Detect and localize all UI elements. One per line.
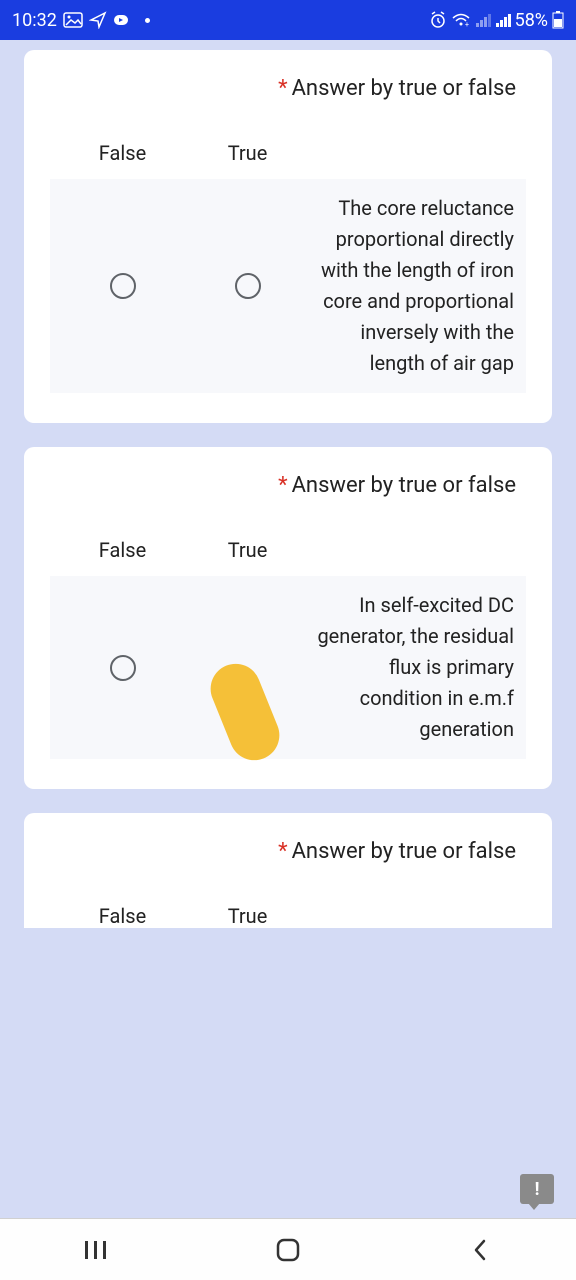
header-false: False: [60, 538, 185, 562]
recent-apps-button[interactable]: [36, 1239, 156, 1261]
required-mark: *: [278, 473, 287, 498]
header-false: False: [60, 904, 185, 928]
form-content[interactable]: *Answer by true or false False True The …: [0, 40, 576, 1218]
battery-icon: [552, 11, 564, 29]
status-left: 10:32: [12, 10, 150, 31]
video-icon: [113, 13, 135, 27]
column-headers: False True: [50, 141, 526, 165]
question-card: *Answer by true or false False True In s…: [24, 447, 552, 789]
answer-row: The core reluctance proportional directl…: [50, 179, 526, 393]
dot-icon: [145, 18, 150, 23]
back-button[interactable]: [420, 1237, 540, 1263]
status-bar: 10:32 + 58%: [0, 0, 576, 40]
alarm-icon: [429, 11, 447, 29]
required-mark: *: [278, 839, 287, 864]
question-title-text: Answer by true or false: [292, 76, 516, 101]
question-statement: The core reluctance proportional directl…: [310, 193, 516, 379]
header-true: True: [185, 904, 310, 928]
radio-false[interactable]: [110, 273, 136, 299]
status-battery: 58%: [515, 10, 548, 31]
signal2-icon: [495, 13, 511, 27]
header-false: False: [60, 141, 185, 165]
annotation-mark: [203, 656, 287, 767]
picture-icon: [63, 12, 83, 28]
exclaim-icon: !: [535, 1179, 540, 1200]
question-title: *Answer by true or false: [50, 76, 526, 101]
home-button[interactable]: [228, 1237, 348, 1263]
column-headers: False True: [50, 904, 526, 928]
status-right: + 58%: [429, 10, 564, 31]
question-card: *Answer by true or false False True The …: [24, 50, 552, 423]
wifi-icon: +: [451, 12, 471, 28]
question-title: *Answer by true or false: [50, 473, 526, 498]
navigation-bar: [0, 1218, 576, 1280]
feedback-button[interactable]: !: [520, 1174, 554, 1204]
header-true: True: [185, 141, 310, 165]
question-title: *Answer by true or false: [50, 839, 526, 864]
question-title-text: Answer by true or false: [292, 839, 516, 864]
radio-false[interactable]: [110, 655, 136, 681]
question-statement: In self-excited DC generator, the residu…: [310, 590, 516, 745]
status-time: 10:32: [12, 10, 57, 31]
radio-true[interactable]: [235, 273, 261, 299]
svg-text:+: +: [465, 21, 469, 28]
question-card: *Answer by true or false False True: [24, 813, 552, 928]
signal-icon: [475, 13, 491, 27]
answer-row: In self-excited DC generator, the residu…: [50, 576, 526, 759]
header-true: True: [185, 538, 310, 562]
location-icon: [89, 11, 107, 29]
required-mark: *: [278, 76, 287, 101]
question-title-text: Answer by true or false: [292, 473, 516, 498]
column-headers: False True: [50, 538, 526, 562]
